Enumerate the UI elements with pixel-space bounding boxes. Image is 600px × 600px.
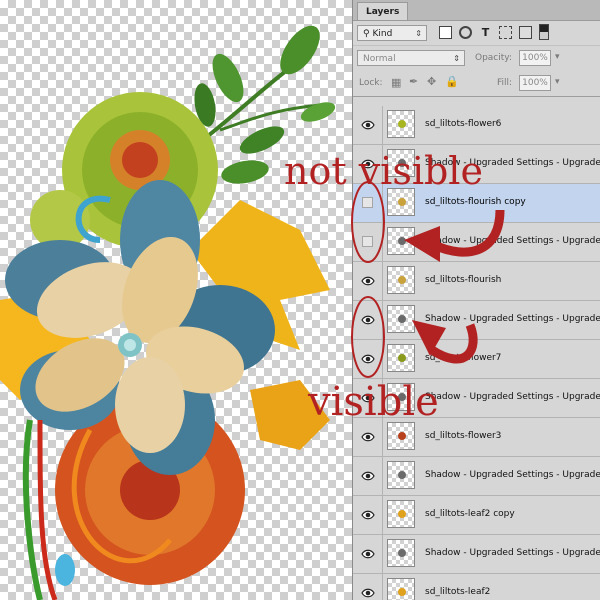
hidden-visibility-box [362,197,373,208]
scrapbook-cluster-artwork [0,25,336,600]
layer-thumbnail [387,461,415,489]
visibility-toggle[interactable] [353,301,383,339]
layer-name: sd_liltots-flower3 [425,431,502,441]
eye-icon [361,549,375,559]
opacity-label: Opacity: [475,53,512,63]
layer-thumbnail [387,539,415,567]
lock-transparent-icon[interactable]: ▦ [391,76,401,89]
eye-icon [361,588,375,598]
blend-mode-value: Normal [363,54,396,64]
layers-panel: Layers ⚲ Kind ⇕ T Normal ⇕ Opacity: 100%… [352,0,600,600]
eye-icon [361,120,375,130]
lock-image-brush-icon[interactable]: ✒ [409,75,418,88]
layer-thumbnail [387,422,415,450]
filter-toggle-icon[interactable] [539,24,549,40]
blend-mode-select[interactable]: Normal ⇕ [357,50,465,66]
layer-thumbnail [387,227,415,255]
layer-name: Shadow - Upgraded Settings - Upgrade [425,314,600,324]
layer-name: Shadow - Upgraded Settings - Upgrade [425,470,600,480]
lock-row: Lock: ▦ ✒ ✥ 🔒 Fill: 100% ▾ [353,70,600,97]
layer-name: Shadow - Upgraded Settings - Upgrade [425,548,600,558]
layer-row[interactable]: sd_liltots-flower6 [353,106,600,145]
updown-icon: ⇕ [415,29,422,38]
layer-name: sd_liltots-leaf2 copy [425,509,515,519]
layer-name: sd_liltots-flourish [425,275,502,285]
search-icon: ⚲ [363,29,370,39]
blend-row: Normal ⇕ Opacity: 100% ▾ [353,46,600,70]
layer-thumbnail [387,344,415,372]
tab-layers[interactable]: Layers [357,2,409,20]
fill-input[interactable]: 100% [519,75,551,91]
opacity-dropdown-icon[interactable]: ▾ [555,52,560,62]
layer-name: sd_liltots-flourish copy [425,197,526,207]
thumbnail-content [398,432,406,440]
layer-row[interactable]: sd_liltots-flourish [353,262,600,301]
fill-dropdown-icon[interactable]: ▾ [555,77,560,87]
layer-thumbnail [387,578,415,600]
fill-label: Fill: [497,78,513,88]
layer-row[interactable]: sd_liltots-flower7 [353,340,600,379]
adjustment-layer-filter-icon[interactable] [459,26,472,39]
lock-label: Lock: [359,78,383,88]
layer-name: Shadow - Upgraded Settings - Upgrade [425,236,600,246]
updown-icon: ⇕ [453,54,460,63]
thumbnail-content [398,471,406,479]
hidden-visibility-box [362,236,373,247]
layer-thumbnail [387,110,415,138]
thumbnail-content [398,510,406,518]
layer-row[interactable]: Shadow - Upgraded Settings - Upgrade [353,223,600,262]
thumbnail-content [398,354,406,362]
layer-row[interactable]: sd_liltots-leaf2 copy [353,496,600,535]
pixel-layer-filter-icon[interactable] [439,26,452,39]
lock-position-move-icon[interactable]: ✥ [427,75,436,88]
eye-icon [361,510,375,520]
kind-filter-select[interactable]: ⚲ Kind ⇕ [357,25,427,41]
lock-all-icon[interactable]: 🔒 [445,75,459,88]
layer-name: sd_liltots-flower6 [425,119,502,129]
visible-annotation: visible [308,379,439,425]
shape-layer-filter-icon[interactable] [499,26,512,39]
layer-thumbnail [387,500,415,528]
kind-filter-value: Kind [372,29,393,39]
not-visible-annotation: not visible [284,149,483,193]
eye-icon [361,315,375,325]
thumbnail-content [398,549,406,557]
eye-icon [361,471,375,481]
thumbnail-content [398,120,406,128]
layer-row[interactable]: Shadow - Upgraded Settings - Upgrade [353,301,600,340]
visibility-toggle[interactable] [353,106,383,144]
visibility-toggle[interactable] [353,574,383,600]
thumbnail-content [398,276,406,284]
thumbnail-content [398,237,406,245]
visibility-toggle[interactable] [353,496,383,534]
layer-row[interactable]: Shadow - Upgraded Settings - Upgrade [353,457,600,496]
layer-name: sd_liltots-flower7 [425,353,502,363]
layer-filter-row: ⚲ Kind ⇕ T [353,21,600,46]
layer-thumbnail [387,266,415,294]
eye-icon [361,354,375,364]
visibility-toggle[interactable] [353,340,383,378]
layer-name: sd_liltots-leaf2 [425,587,491,597]
smart-object-filter-icon[interactable] [519,26,532,39]
opacity-input[interactable]: 100% [519,50,551,66]
layer-row[interactable]: Shadow - Upgraded Settings - Upgrade [353,535,600,574]
eye-icon [361,276,375,286]
thumbnail-content [398,588,406,596]
panel-tab-bar: Layers [353,0,600,21]
layer-name: Shadow - Upgraded Settings - Upgrade [425,392,600,402]
visibility-toggle[interactable] [353,457,383,495]
visibility-toggle[interactable] [353,223,383,261]
layer-row[interactable]: sd_liltots-leaf2 [353,574,600,600]
eye-icon [361,432,375,442]
type-layer-filter-icon[interactable]: T [479,26,492,39]
thumbnail-content [398,198,406,206]
layer-thumbnail [387,305,415,333]
thumbnail-content [398,315,406,323]
document-canvas[interactable] [0,0,352,600]
visibility-toggle[interactable] [353,535,383,573]
visibility-toggle[interactable] [353,262,383,300]
